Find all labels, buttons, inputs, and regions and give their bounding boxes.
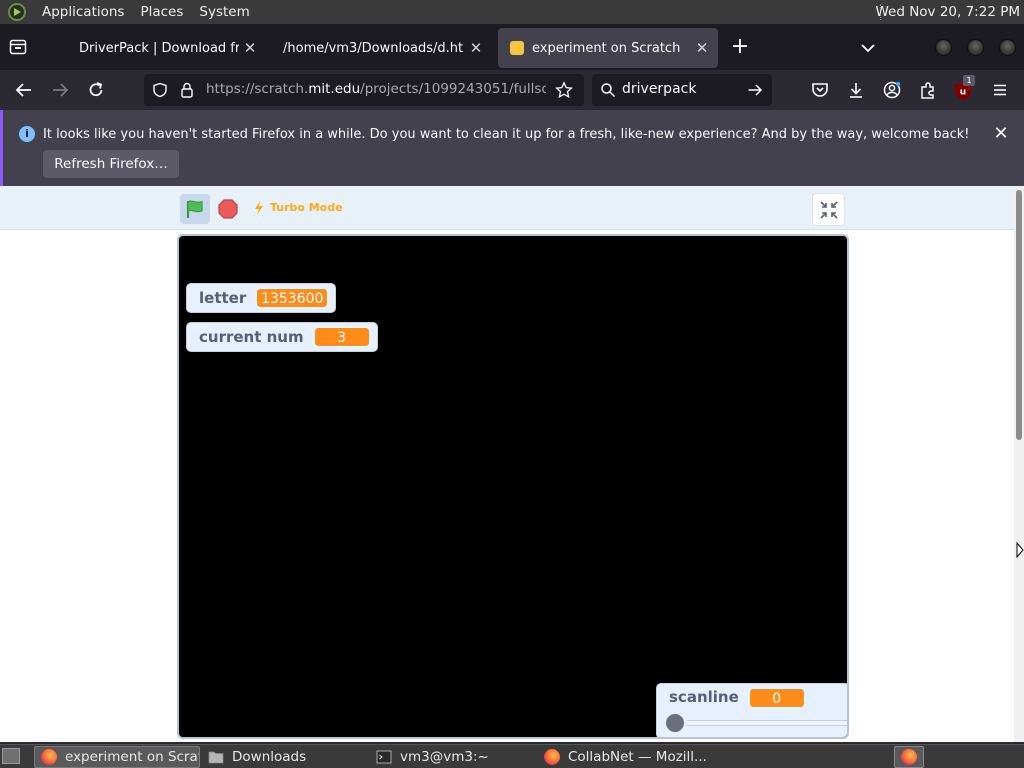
taskbar-item-downloads[interactable]: Downloads [202,746,366,768]
search-bar[interactable]: driverpack [592,74,772,106]
tab-downloads-file[interactable]: /home/vm3/Downloads/d.hta ✕ [274,28,492,68]
extensions-icon[interactable] [918,80,938,100]
url-path: /projects/1099243051/fullscreen/ [360,81,546,97]
green-flag-button[interactable] [180,194,210,224]
panel-clock[interactable]: Wed Nov 20, 7:22 PM [875,0,1020,24]
firefox-view-icon[interactable] [9,38,27,56]
mouse-cursor-icon [1016,542,1024,558]
taskbar-item-label: experiment on Scrat... [65,749,199,765]
tray-firefox-button[interactable] [894,746,924,768]
monitor-value: 0 [748,688,805,708]
slider-monitor-scanline: scanline 0 [656,683,847,737]
variable-monitor-current-num: current num 3 [186,322,378,352]
refresh-firefox-button[interactable]: Refresh Firefox… [43,150,179,178]
close-icon[interactable]: ✕ [991,124,1011,144]
scratch-stage[interactable]: letter 1353600 current num 3 scanline 0 [177,234,849,739]
pocket-icon[interactable] [810,80,830,100]
desktop-screen: { "top_panel": { "menus": ["Applications… [0,0,1024,768]
svg-text:u: u [960,88,966,98]
maximize-button[interactable] [967,39,984,56]
show-desktop-button[interactable] [2,748,20,764]
top-panel: Applications Places System Wed Nov 20, 7… [0,0,1024,24]
scratch-favicon-icon [510,41,524,55]
menu-system[interactable]: System [199,4,249,20]
tab-title: DriverPack | Download free [79,40,239,56]
taskbar-item-scratch[interactable]: experiment on Scrat... [34,746,200,768]
exit-fullscreen-icon [820,201,838,219]
taskbar-item-terminal[interactable]: vm3@vm3:~ [370,746,534,768]
download-icon[interactable] [846,80,866,100]
variable-monitor-letter: letter 1353600 [186,283,336,313]
taskbar-item-label: vm3@vm3:~ [400,749,489,765]
bottom-taskbar: experiment on Scrat... Downloads vm3@vm3… [0,744,1024,768]
ublock-origin-extension[interactable]: u 1 [954,75,976,101]
info-icon: i [19,126,35,142]
monitor-label: current num [199,328,304,346]
folder-icon [208,751,224,764]
forward-icon[interactable] [50,80,70,100]
new-tab-icon[interactable]: + [730,36,750,58]
turbo-mode-label: Turbo Mode [270,201,343,214]
taskbar-item-collabnet[interactable]: CollabNet — Mozill... [538,746,706,768]
close-icon[interactable]: ✕ [694,40,710,56]
green-flag-icon [186,200,203,218]
chevron-down-icon[interactable] [858,38,878,58]
url-domain: mit.edu [308,81,361,97]
terminal-icon [376,750,392,764]
monitor-value: 1353600 [256,288,329,308]
notification-bar: i It looks like you haven't started Fire… [0,110,1024,186]
extension-badge: 1 [963,75,975,86]
lightning-icon [255,201,263,215]
scratch-page: Turbo Mode letter 1353600 current num 3 … [0,186,1014,742]
taskbar-item-label: CollabNet — Mozill... [568,749,706,765]
menu-hamburger-icon[interactable] [990,80,1010,100]
scratch-controls-bar: Turbo Mode [0,186,1014,230]
search-input[interactable]: driverpack [622,81,696,97]
close-icon[interactable]: ✕ [468,40,484,56]
scanline-slider-track[interactable] [665,720,847,726]
url-text[interactable]: https://scratch.mit.edu/projects/1099243… [206,81,546,97]
stop-button[interactable] [218,199,238,219]
arrow-right-icon[interactable] [747,82,763,98]
monitor-value: 3 [313,327,370,347]
minimize-button[interactable] [935,39,952,56]
monitor-label: letter [199,289,247,307]
tab-scratch[interactable]: experiment on Scratch ✕ [498,28,718,68]
distro-logo-icon [8,3,26,21]
firefox-icon [41,749,57,765]
tab-strip: DriverPack | Download free ✕ /home/vm3/D… [0,24,1024,70]
taskbar-item-label: Downloads [232,749,307,765]
reload-icon[interactable] [86,80,106,100]
monitor-label: scanline [669,688,739,706]
tab-title: experiment on Scratch [532,40,681,56]
shield-icon[interactable] [152,82,168,98]
firefox-icon [544,749,560,765]
vertical-scrollbar[interactable] [1014,186,1024,742]
close-window-button[interactable] [999,39,1016,56]
scanline-slider-handle[interactable] [663,711,687,735]
firefox-icon [901,749,917,765]
tab-driverpack[interactable]: DriverPack | Download free ✕ [70,28,266,68]
exit-fullscreen-button[interactable] [812,193,845,226]
search-icon [601,83,616,98]
navigation-bar: https://scratch.mit.edu/projects/1099243… [0,70,1024,110]
lock-icon[interactable] [180,82,194,98]
url-prefix: https://scratch. [206,81,309,97]
menu-places[interactable]: Places [140,4,183,20]
back-icon[interactable] [14,80,34,100]
scrollbar-thumb[interactable] [1016,190,1022,440]
menu-applications[interactable]: Applications [42,4,124,20]
tab-title: /home/vm3/Downloads/d.hta [283,40,463,56]
url-bar[interactable]: https://scratch.mit.edu/projects/1099243… [144,74,584,106]
bookmark-star-icon[interactable] [555,81,573,99]
notification-message: It looks like you haven't started Firefo… [43,127,970,142]
account-icon[interactable] [882,80,902,100]
close-icon[interactable]: ✕ [242,40,258,56]
